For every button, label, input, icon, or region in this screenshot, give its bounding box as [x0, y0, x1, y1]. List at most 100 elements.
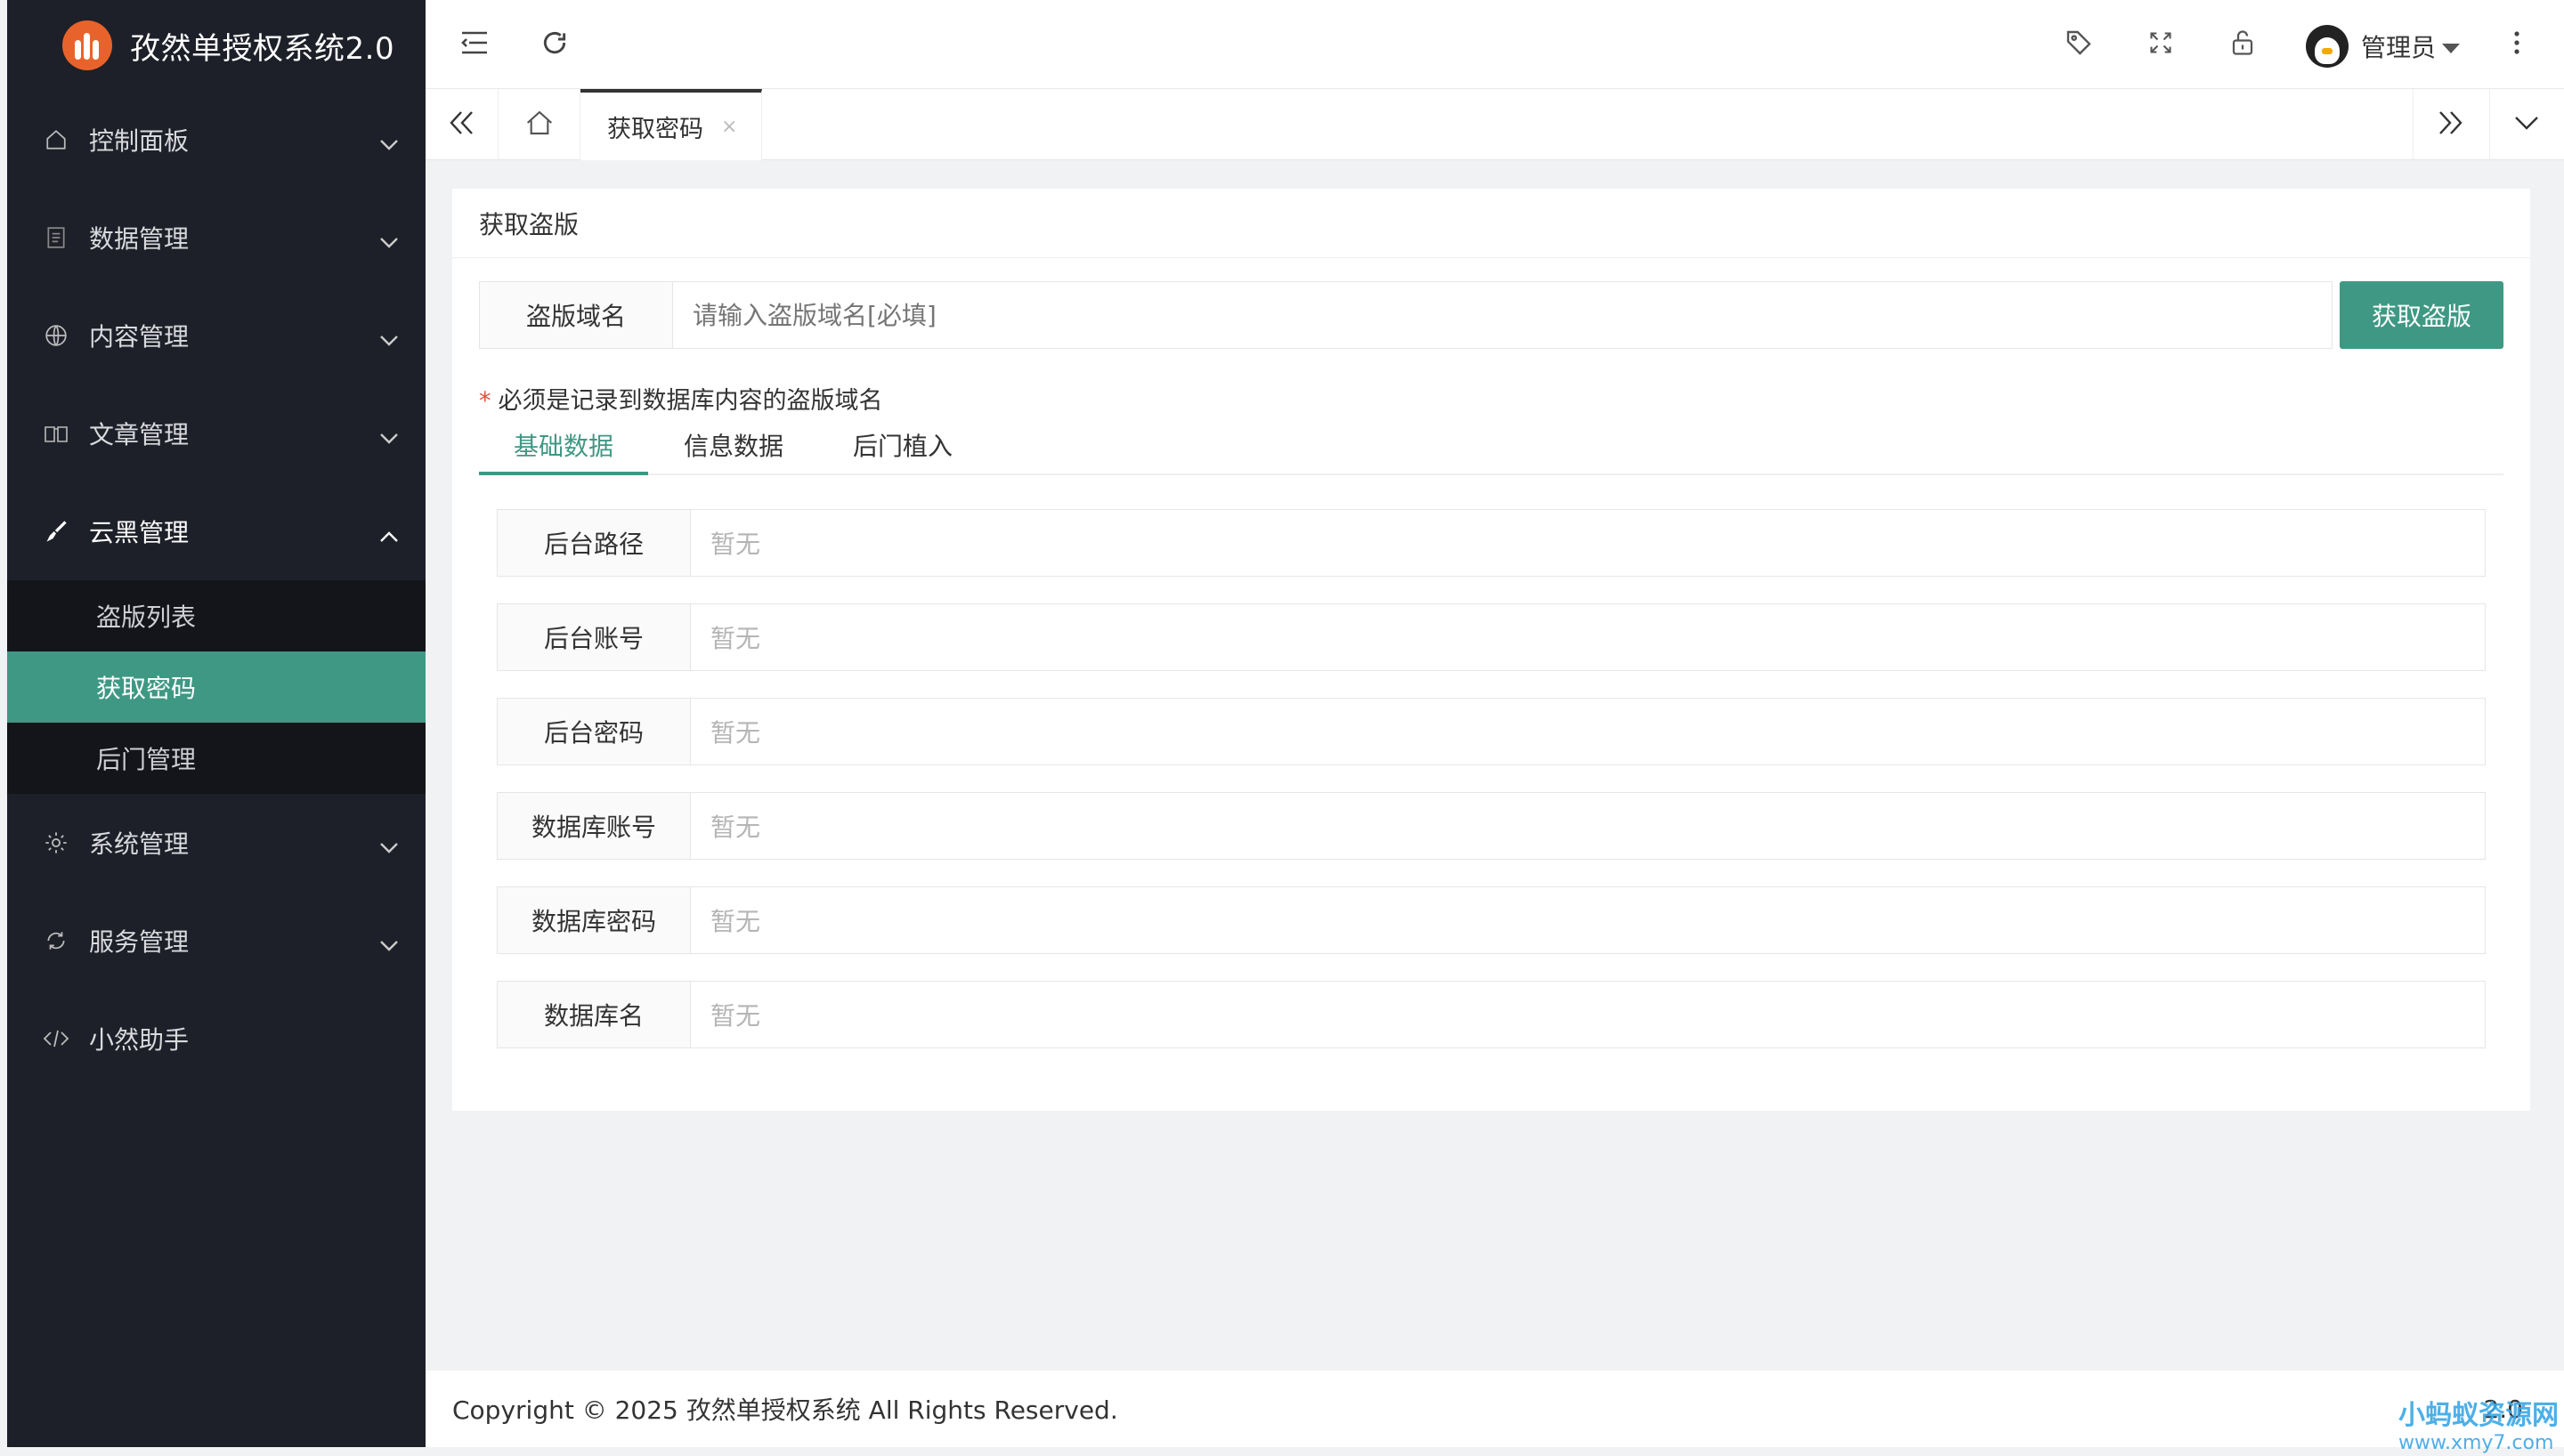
- get-piracy-button[interactable]: 获取盗版: [2340, 281, 2503, 349]
- caret-down-icon: [2441, 32, 2461, 61]
- submenu-cloud-black: 盗版列表 获取密码 后门管理: [7, 580, 426, 794]
- field-row: 后台账号 暂无: [497, 603, 2486, 671]
- chevron-down-icon: [379, 929, 399, 959]
- tab-scroll-right-button[interactable]: [2413, 89, 2486, 160]
- domain-search-row: 盗版域名 获取盗版: [479, 281, 2503, 349]
- sidebar-subitem-piracy-list[interactable]: 盗版列表: [7, 580, 426, 651]
- home-icon: [43, 126, 69, 153]
- field-value[interactable]: 暂无: [691, 886, 2486, 954]
- copyright-text: Copyright © 2025 孜然单授权系统 All Rights Rese…: [452, 1395, 1118, 1425]
- app-title: 孜然单授权系统2.0: [130, 30, 395, 67]
- field-label: 数据库密码: [497, 886, 691, 954]
- watermark: 小蚂蚁资源网 www.xmy7.com: [2398, 1393, 2559, 1454]
- code-icon: [43, 1025, 69, 1052]
- tab-basic-data[interactable]: 基础数据: [479, 418, 648, 475]
- sidebar-item-label: 文章管理: [89, 420, 190, 449]
- watermark-url: www.xmy7.com: [2398, 1432, 2554, 1454]
- field-label: 后台路径: [497, 509, 691, 577]
- sidebar: 孜然单授权系统2.0 控制面板 数据管理 内容管理 文章管理 云黑管理 盗版列表…: [7, 0, 426, 1447]
- tag-icon: [2065, 28, 2093, 61]
- sidebar-item-label: 系统管理: [89, 829, 190, 859]
- sidebar-item-label: 数据管理: [89, 224, 190, 254]
- lock-screen-button[interactable]: [2220, 22, 2265, 67]
- field-row: 数据库账号 暂无: [497, 792, 2486, 860]
- user-name: 管理员: [2361, 33, 2437, 62]
- close-icon[interactable]: ×: [721, 116, 737, 138]
- sidebar-item-label: 云黑管理: [89, 518, 190, 547]
- sidebar-item-system[interactable]: 系统管理: [7, 794, 426, 892]
- sidebar-item-assistant[interactable]: 小然助手: [7, 990, 426, 1088]
- sidebar-item-label: 小然助手: [89, 1025, 190, 1055]
- tag-button[interactable]: [2057, 22, 2101, 67]
- more-button[interactable]: [2495, 22, 2539, 67]
- sidebar-item-service[interactable]: 服务管理: [7, 892, 426, 990]
- brush-icon: [43, 518, 69, 545]
- field-row: 数据库名 暂无: [497, 981, 2486, 1048]
- chevron-down-icon: [379, 324, 399, 353]
- sidebar-item-cloud-black[interactable]: 云黑管理: [7, 482, 426, 580]
- sidebar-item-data[interactable]: 数据管理: [7, 189, 426, 287]
- book-icon: [43, 420, 69, 447]
- sidebar-subitem-get-password[interactable]: 获取密码: [7, 651, 426, 723]
- required-mark: *: [479, 387, 491, 415]
- field-row: 后台路径 暂无: [497, 509, 2486, 577]
- avatar: [2306, 25, 2349, 68]
- tab-home[interactable]: [499, 89, 580, 160]
- more-vertical-icon: [2513, 30, 2520, 59]
- field-label: 后台账号: [497, 603, 691, 671]
- sidebar-item-label: 服务管理: [89, 927, 190, 957]
- home-icon: [525, 109, 554, 140]
- field-label: 后台密码: [497, 698, 691, 765]
- sidebar-item-label: 控制面板: [89, 126, 190, 156]
- chevron-up-icon: [379, 520, 399, 549]
- field-value[interactable]: 暂无: [691, 792, 2486, 860]
- document-icon: [43, 224, 69, 251]
- chevron-down-icon: [379, 831, 399, 861]
- watermark-name: 小蚂蚁资源网: [2398, 1400, 2559, 1431]
- gear-icon: [43, 829, 69, 856]
- chevron-down-icon: [2514, 116, 2539, 133]
- menu-fold-icon: [460, 30, 489, 59]
- fullscreen-icon: [2148, 30, 2173, 59]
- tab-get-password[interactable]: 获取密码 ×: [580, 89, 762, 160]
- globe-icon: [43, 322, 69, 349]
- chevron-down-icon: [379, 226, 399, 255]
- tab-backdoor[interactable]: 后门植入: [853, 418, 953, 475]
- domain-label: 盗版域名: [479, 281, 673, 349]
- fullscreen-button[interactable]: [2138, 22, 2183, 67]
- sidebar-item-dashboard[interactable]: 控制面板: [7, 91, 426, 189]
- menu-toggle-button[interactable]: [452, 22, 497, 67]
- field-label: 数据库账号: [497, 792, 691, 860]
- top-header: 管理员: [426, 0, 2564, 89]
- required-hint: * 必须是记录到数据库内容的盗版域名: [479, 381, 883, 416]
- field-value[interactable]: 暂无: [691, 603, 2486, 671]
- sidebar-item-articles[interactable]: 文章管理: [7, 384, 426, 482]
- get-piracy-card: 获取盗版 盗版域名 获取盗版 *必须是记录到数据库内容的盗版域名 基础数据 信息…: [452, 189, 2530, 1111]
- lock-icon: [2230, 29, 2255, 60]
- field-label: 数据库名: [497, 981, 691, 1048]
- sync-icon: [43, 927, 69, 954]
- app-logo[interactable]: 孜然单授权系统2.0: [7, 0, 426, 91]
- user-menu[interactable]: 管理员: [2306, 21, 2461, 71]
- domain-input[interactable]: [673, 281, 2333, 349]
- refresh-button[interactable]: [532, 22, 577, 67]
- logo-icon: [62, 20, 112, 70]
- field-value[interactable]: 暂无: [691, 509, 2486, 577]
- field-row: 数据库密码 暂无: [497, 886, 2486, 954]
- tab-info-data[interactable]: 信息数据: [684, 418, 783, 475]
- chevron-down-icon: [379, 128, 399, 158]
- field-value[interactable]: 暂无: [691, 698, 2486, 765]
- tab-dropdown-button[interactable]: [2489, 89, 2562, 160]
- refresh-icon: [540, 28, 569, 61]
- sidebar-item-content[interactable]: 内容管理: [7, 287, 426, 384]
- tab-scroll-left-button[interactable]: [426, 89, 499, 160]
- tab-label: 获取密码: [607, 115, 703, 143]
- sidebar-item-label: 内容管理: [89, 322, 190, 352]
- double-chevron-left-icon: [449, 110, 475, 139]
- footer: Copyright © 2025 孜然单授权系统 All Rights Rese…: [426, 1371, 2564, 1447]
- field-value[interactable]: 暂无: [691, 981, 2486, 1048]
- data-tabs: 基础数据 信息数据 后门植入: [479, 418, 2503, 475]
- tab-bar: 获取密码 ×: [426, 89, 2564, 160]
- field-row: 后台密码 暂无: [497, 698, 2486, 765]
- sidebar-subitem-backdoor[interactable]: 后门管理: [7, 723, 426, 794]
